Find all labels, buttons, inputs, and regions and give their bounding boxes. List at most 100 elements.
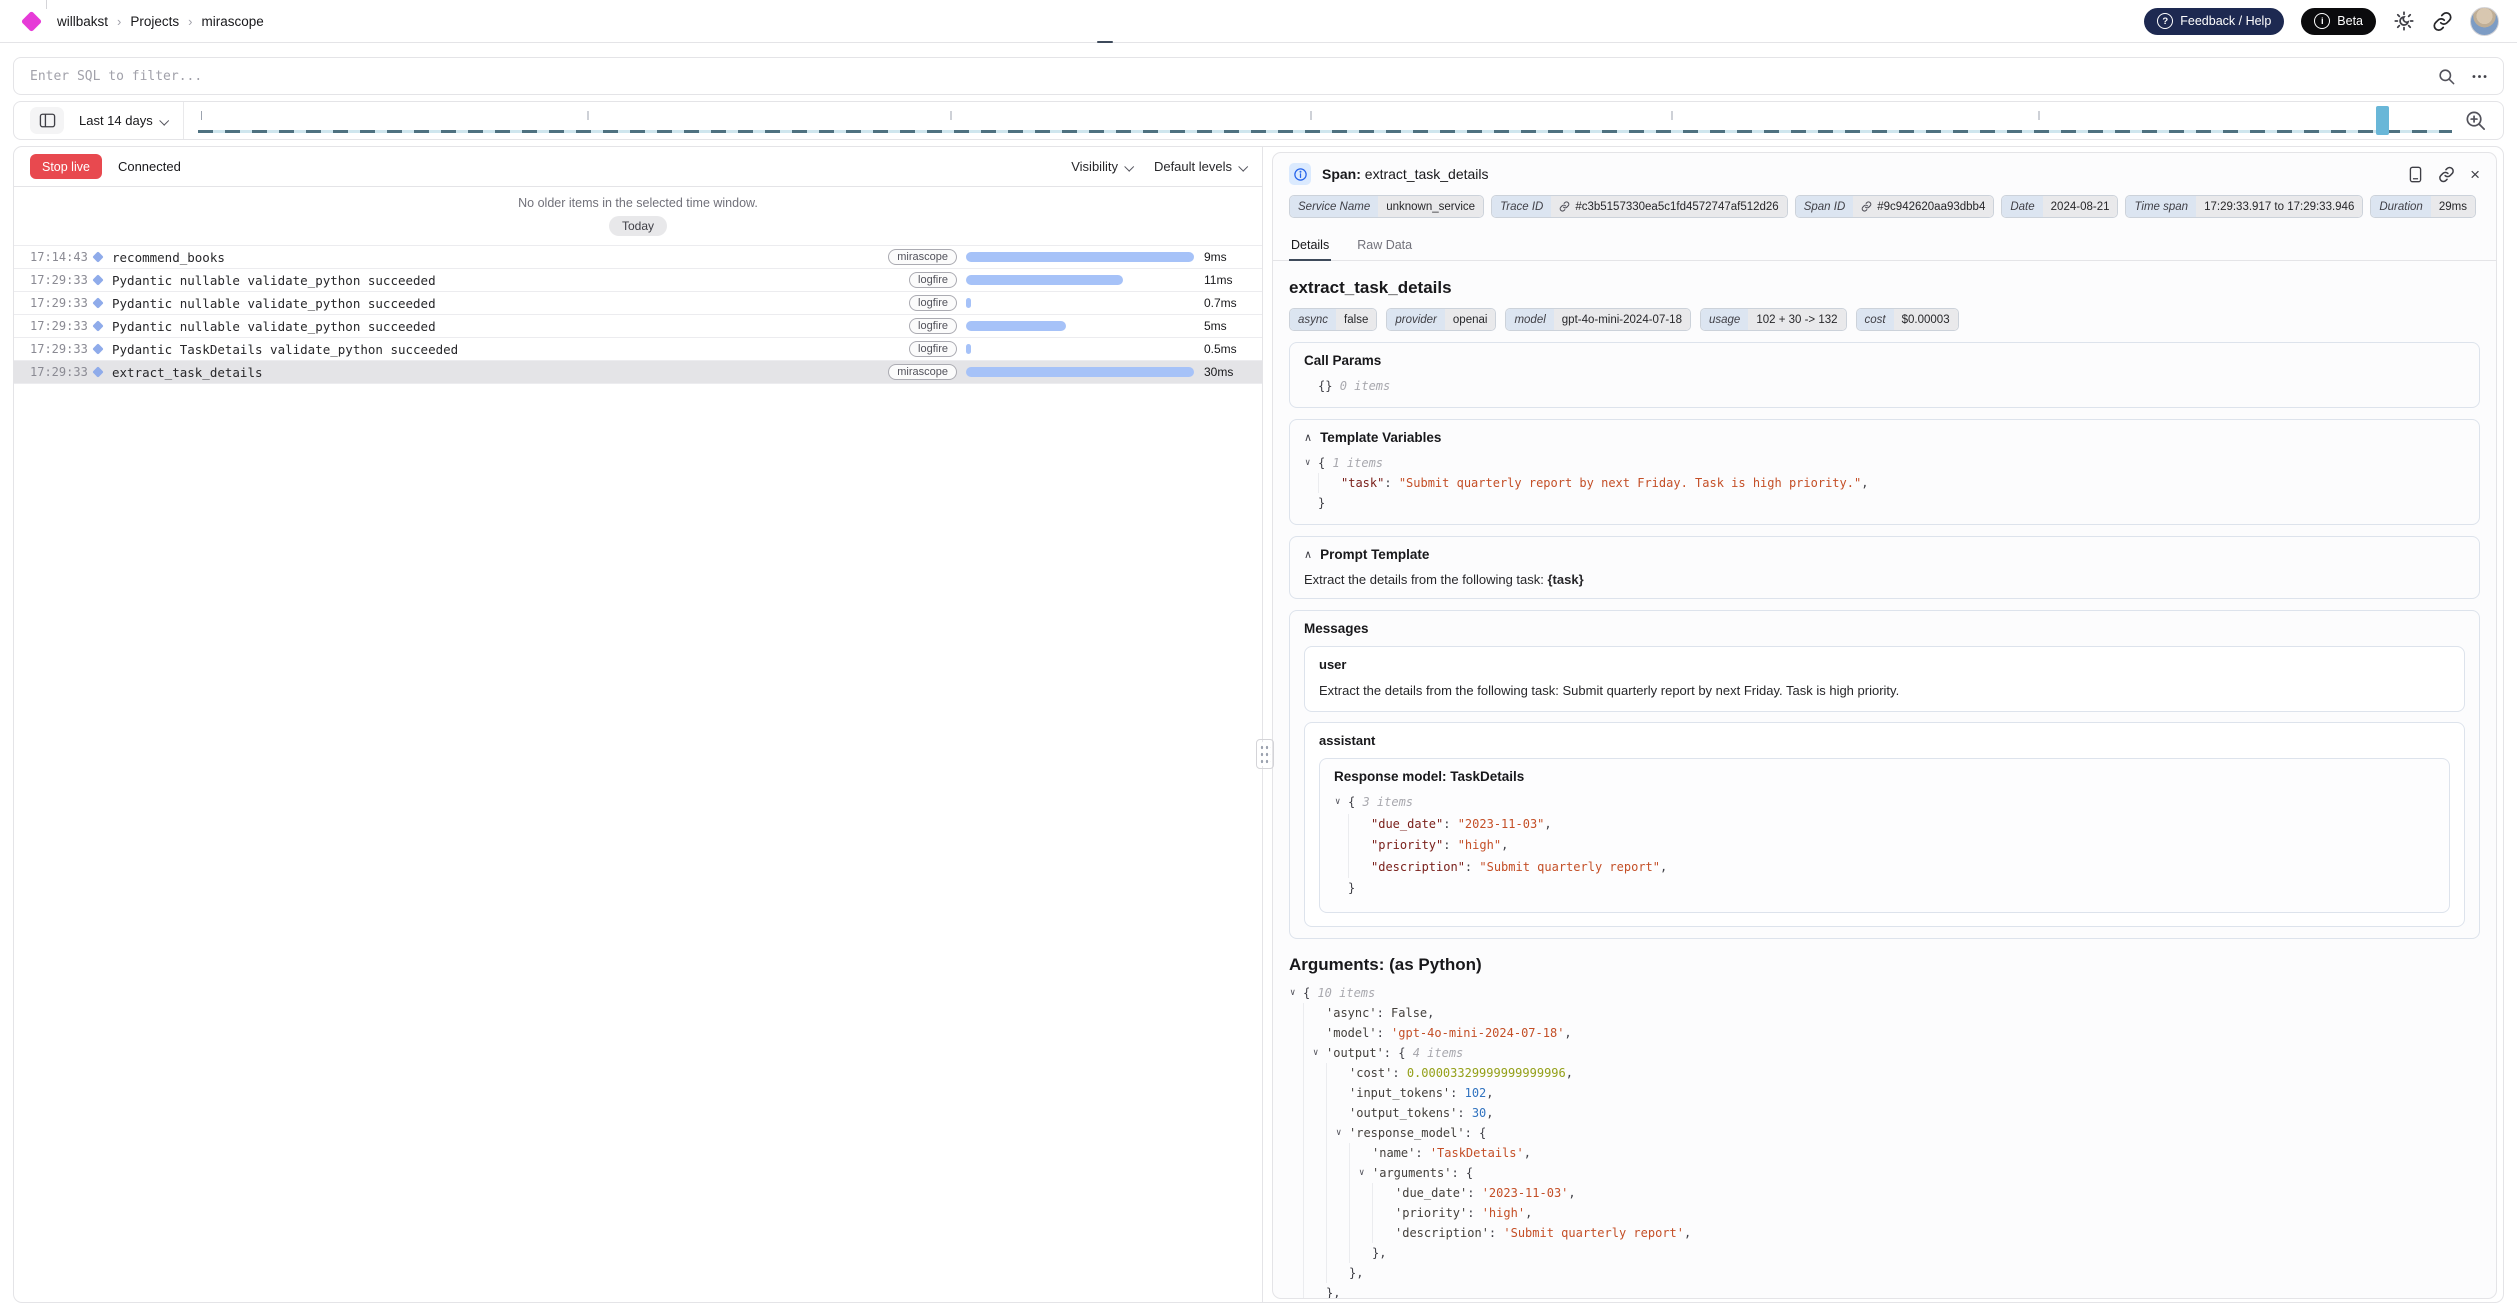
span-meta-badges: Service Name unknown_service Trace ID #c…: [1273, 192, 2496, 230]
dock-panel-button[interactable]: [2408, 166, 2423, 183]
collapse-icon[interactable]: ∧: [1304, 431, 1312, 444]
indent-guide: [1326, 1103, 1349, 1123]
sql-filter-input[interactable]: [28, 68, 2423, 85]
theme-toggle-button[interactable]: [2393, 10, 2415, 32]
attr-badge-cost: cost $0.00003: [1856, 308, 1959, 331]
prompt-template-card: ∧Prompt Template Extract the details fro…: [1289, 536, 2480, 599]
template-variables-heading[interactable]: ∧Template Variables: [1304, 430, 2465, 445]
trace-duration: 11ms: [1204, 273, 1252, 287]
tick-mark: [201, 111, 202, 120]
top-nav: willbakst › Projects › mirascope ? Feedb…: [0, 0, 2517, 43]
search-button[interactable]: [2437, 67, 2456, 86]
expand-chevron-icon[interactable]: ∨: [1290, 983, 1303, 1003]
beta-button[interactable]: i Beta: [2301, 8, 2376, 35]
template-variables-tree: ∨{ 1 items"task": "Submit quarterly repo…: [1304, 453, 2465, 513]
tick-mark: [950, 111, 951, 120]
badge-value[interactable]: #c3b5157330ea5c1fd4572747af512d26: [1551, 196, 1786, 217]
breadcrumb-project[interactable]: mirascope: [201, 14, 263, 29]
close-panel-button[interactable]: ×: [2470, 166, 2480, 183]
badge-value: $0.00003: [1894, 309, 1958, 330]
response-model-card: Response model: TaskDetails ∨{ 3 items"d…: [1319, 758, 2450, 913]
collapse-icon[interactable]: ∧: [1304, 548, 1312, 561]
expand-chevron-icon[interactable]: ∨: [1335, 792, 1348, 814]
trace-time: 17:29:33: [30, 273, 94, 287]
indent-guide: [1303, 1263, 1326, 1283]
indent-guide: [1303, 1103, 1326, 1123]
tree-line: "due_date": "2023-11-03",: [1348, 814, 2435, 836]
trace-row[interactable]: 17:29:33 Pydantic nullable validate_pyth…: [14, 291, 1262, 314]
span-diamond-icon: [92, 343, 103, 354]
arguments-heading: Arguments: (as Python): [1289, 955, 2480, 975]
trace-row[interactable]: 17:14:43 recommend_books mirascope 9ms: [14, 245, 1262, 268]
default-levels-dropdown[interactable]: Default levels: [1154, 159, 1246, 174]
expand-chevron-icon[interactable]: ∨: [1336, 1123, 1349, 1143]
badge-label: provider: [1387, 309, 1445, 330]
panel-resize-grip[interactable]: [1256, 739, 1274, 769]
expand-chevron-icon[interactable]: ∨: [1305, 453, 1318, 473]
tree-line: ∨{ 10 items: [1303, 983, 2480, 1003]
prompt-template-heading[interactable]: ∧Prompt Template: [1304, 547, 2465, 562]
nav-right-cluster: ? Feedback / Help i Beta: [2144, 7, 2499, 36]
sidebar-toggle-button[interactable]: [30, 107, 64, 134]
trace-row[interactable]: 17:29:33 extract_task_details mirascope …: [14, 360, 1262, 384]
user-message-card: user Extract the details from the follow…: [1304, 646, 2465, 712]
indent-guide: [1303, 1143, 1326, 1163]
timeline-zoom-button[interactable]: [2464, 109, 2487, 132]
timeline-track[interactable]: [198, 102, 2452, 139]
time-range-select[interactable]: Last 14 days: [79, 113, 167, 128]
trace-time: 17:29:33: [30, 319, 94, 333]
stop-live-button[interactable]: Stop live: [30, 154, 102, 179]
tree-line: 'due_date': '2023-11-03',: [1303, 1183, 2480, 1203]
trace-row[interactable]: 17:29:33 Pydantic nullable validate_pyth…: [14, 268, 1262, 291]
timeline-tick: [587, 109, 588, 120]
tree-line: },: [1303, 1263, 2480, 1283]
trace-duration: 5ms: [1204, 319, 1252, 333]
detail-scroll-body[interactable]: extract_task_details async false provide…: [1273, 261, 2496, 1298]
expand-chevron-icon[interactable]: ∨: [1313, 1043, 1326, 1063]
call-params-card: Call Params {} 0 items: [1289, 342, 2480, 408]
trace-name: Pydantic TaskDetails validate_python suc…: [112, 342, 909, 357]
indent-guide: [1326, 1263, 1349, 1283]
span-detail-panel: Span: extract_task_details: [1272, 152, 2497, 1299]
detail-tab-raw-data[interactable]: Raw Data: [1355, 230, 1414, 260]
indent-guide: [1303, 1183, 1326, 1203]
user-avatar[interactable]: [2470, 7, 2499, 36]
filter-more-button[interactable]: [2470, 67, 2489, 86]
badge-label: model: [1506, 309, 1553, 330]
copy-span-link-button[interactable]: [2438, 166, 2455, 183]
badge-value[interactable]: #9c942620aa93dbb4: [1853, 196, 1993, 217]
indent-guide: [1318, 473, 1341, 493]
tree-line: }: [1318, 493, 2465, 513]
tick-mark: [1311, 111, 1312, 120]
expand-chevron-icon[interactable]: ∨: [1359, 1163, 1372, 1183]
badge-label: Date: [2002, 196, 2042, 217]
trace-duration-bar: [966, 252, 1194, 262]
timeline-selection[interactable]: [2376, 106, 2389, 135]
info-icon: i: [2314, 13, 2330, 29]
chevron-down-icon: [159, 116, 169, 126]
trace-duration: 0.5ms: [1204, 342, 1252, 356]
breadcrumb-org[interactable]: willbakst: [57, 14, 108, 29]
trace-tag: mirascope: [888, 249, 957, 265]
span-info-icon: [1289, 163, 1311, 185]
trace-tag: mirascope: [888, 364, 957, 380]
date-separator-pill: Today: [609, 216, 667, 236]
tree-line: ∨'response_model': {: [1303, 1123, 2480, 1143]
trace-row[interactable]: 17:29:33 Pydantic nullable validate_pyth…: [14, 314, 1262, 337]
visibility-dropdown[interactable]: Visibility: [1071, 159, 1132, 174]
detail-tab-details[interactable]: Details: [1289, 230, 1331, 260]
badge-label: Trace ID: [1492, 196, 1551, 217]
response-model-heading: Response model: TaskDetails: [1334, 769, 2435, 784]
trace-row[interactable]: 17:29:33 Pydantic TaskDetails validate_p…: [14, 337, 1262, 360]
indent-guide: [1303, 1063, 1326, 1083]
indent-guide: [1303, 1083, 1326, 1103]
feedback-help-button[interactable]: ? Feedback / Help: [2144, 8, 2284, 35]
span-header: Span: extract_task_details: [1273, 153, 2496, 192]
badge-label: usage: [1701, 309, 1748, 330]
breadcrumb-projects[interactable]: Projects: [130, 14, 179, 29]
span-diamond-icon: [92, 366, 103, 377]
meta-badge-time-span: Time span 17:29:33.917 to 17:29:33.946: [2125, 195, 2363, 218]
trace-tag: logfire: [909, 341, 957, 357]
share-link-button[interactable]: [2432, 11, 2453, 32]
chevron-down-icon: [1238, 162, 1248, 172]
